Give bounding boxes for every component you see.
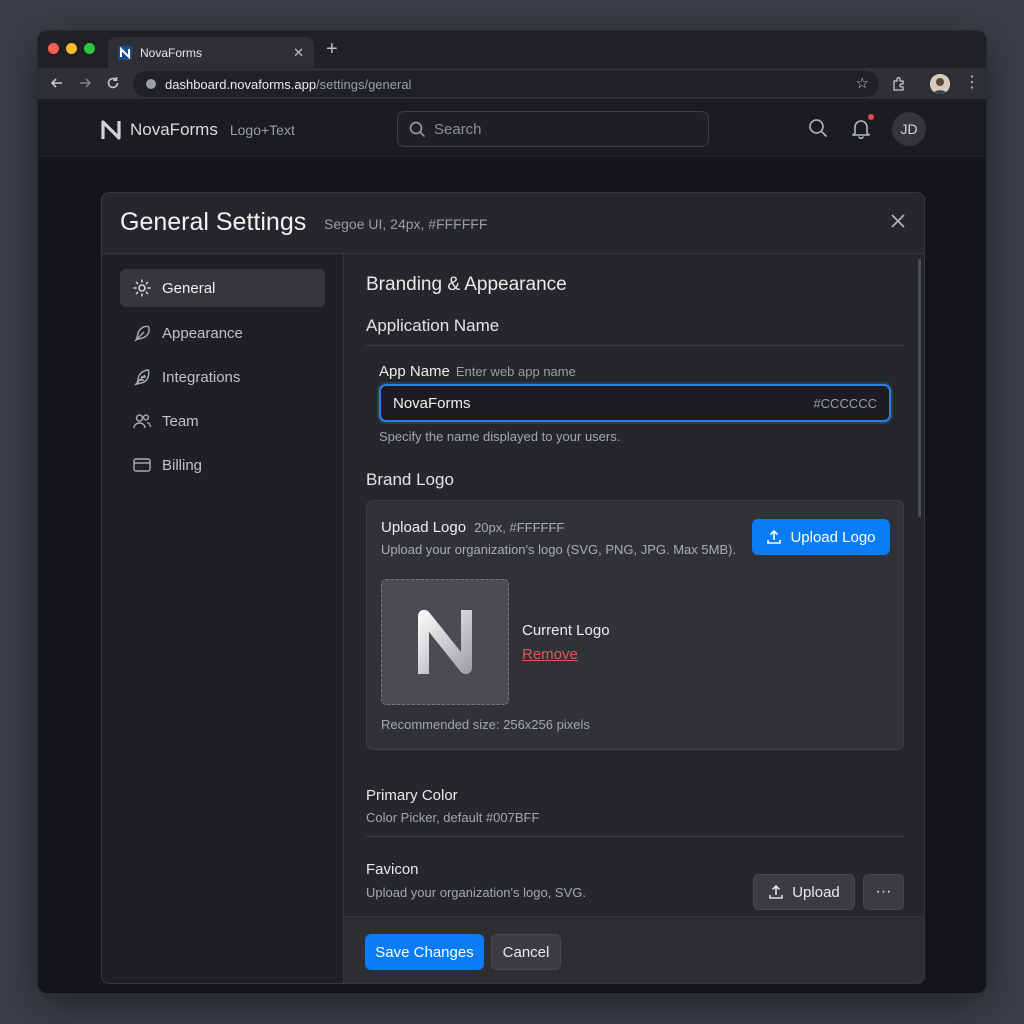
close-window-button[interactable] bbox=[48, 43, 59, 54]
back-icon[interactable] bbox=[46, 72, 68, 94]
remove-logo-link[interactable]: Remove bbox=[522, 646, 578, 663]
app-name-label-text: App Name bbox=[379, 363, 450, 380]
users-icon bbox=[133, 414, 152, 429]
upload-logo-title: Upload Logo 20px, #FFFFFF bbox=[381, 519, 564, 536]
novaforms-logo-icon bbox=[101, 120, 121, 140]
sidebar-item-team[interactable]: Team bbox=[120, 402, 325, 440]
header-search-icon[interactable] bbox=[808, 118, 828, 138]
divider bbox=[366, 345, 904, 346]
card-icon bbox=[133, 458, 151, 472]
save-changes-button[interactable]: Save Changes bbox=[365, 934, 484, 970]
favicon-upload-button[interactable]: Upload bbox=[753, 874, 855, 910]
reload-icon[interactable] bbox=[102, 72, 124, 94]
recommended-size-text: Recommended size: 256x256 pixels bbox=[381, 717, 590, 732]
upload-icon bbox=[769, 884, 784, 899]
search-box[interactable] bbox=[397, 111, 709, 147]
sidebar-item-label: Billing bbox=[162, 456, 203, 474]
app-name-input[interactable] bbox=[393, 394, 814, 412]
upload-logo-note: 20px, #FFFFFF bbox=[474, 520, 565, 535]
sidebar-item-label: Integrations bbox=[162, 368, 241, 386]
app-name-label: App Name Enter web app name bbox=[379, 363, 576, 380]
app-name-input-note: #CCCCCC bbox=[813, 395, 877, 411]
extensions-icon[interactable] bbox=[891, 76, 907, 92]
app-name-hint: Enter web app name bbox=[455, 364, 576, 379]
sidebar-item-label: Team bbox=[162, 412, 199, 430]
app-name-heading: Application Name bbox=[366, 316, 500, 335]
site-info-icon[interactable] bbox=[145, 78, 157, 90]
close-icon[interactable] bbox=[890, 213, 906, 229]
cancel-button[interactable]: Cancel bbox=[491, 934, 561, 970]
gear-icon bbox=[133, 279, 151, 297]
bookmark-star-icon[interactable]: ☆ bbox=[856, 74, 869, 92]
notification-dot bbox=[868, 114, 874, 120]
sidebar-item-label: General bbox=[162, 279, 216, 297]
upload-icon bbox=[767, 529, 782, 544]
search-input[interactable] bbox=[434, 120, 708, 138]
minimize-window-button[interactable] bbox=[66, 43, 77, 54]
brand-logo-heading: Brand Logo bbox=[366, 470, 454, 489]
address-bar: dashboard.novaforms.app/settings/general… bbox=[38, 68, 986, 100]
sidebar-item-billing[interactable]: Billing bbox=[120, 446, 325, 484]
profile-avatar[interactable] bbox=[930, 74, 950, 94]
browser-menu-icon[interactable]: ⋮ bbox=[964, 73, 980, 93]
url-field[interactable]: dashboard.novaforms.app/settings/general… bbox=[133, 71, 879, 97]
url-host: dashboard.novaforms.app bbox=[165, 76, 317, 92]
feather-icon bbox=[134, 369, 150, 386]
maximize-window-button[interactable] bbox=[84, 43, 95, 54]
logo-preview bbox=[381, 579, 509, 705]
section-title: Branding & Appearance bbox=[366, 274, 567, 295]
notification-bell-icon[interactable] bbox=[851, 117, 871, 139]
window-controls bbox=[48, 43, 95, 54]
settings-modal: General Settings Segoe UI, 24px, #FFFFFF… bbox=[101, 192, 925, 984]
upload-logo-button-label: Upload Logo bbox=[790, 528, 876, 546]
more-options-button[interactable]: ··· bbox=[863, 874, 904, 910]
sidebar-item-appearance[interactable]: Appearance bbox=[120, 314, 325, 352]
sidebar-item-label: Appearance bbox=[162, 324, 243, 342]
favicon-title: Favicon bbox=[366, 861, 419, 878]
modal-title: General Settings bbox=[120, 208, 307, 236]
primary-color-title: Primary Color bbox=[366, 787, 458, 804]
settings-sidebar: General Appearance Integrations Team Bil… bbox=[102, 254, 344, 983]
user-avatar[interactable]: JD bbox=[892, 112, 926, 146]
forward-icon[interactable] bbox=[74, 72, 96, 94]
novaforms-favicon-icon bbox=[118, 45, 132, 60]
sidebar-item-integrations[interactable]: Integrations bbox=[120, 358, 325, 396]
upload-logo-description: Upload your organization's logo (SVG, PN… bbox=[381, 542, 737, 557]
content-scrollbar[interactable] bbox=[918, 259, 921, 517]
sidebar-item-general[interactable]: General bbox=[120, 269, 325, 307]
divider bbox=[366, 836, 904, 837]
cancel-label: Cancel bbox=[502, 943, 550, 961]
feather-icon bbox=[134, 325, 150, 342]
save-changes-label: Save Changes bbox=[375, 943, 474, 961]
favicon-upload-label: Upload bbox=[792, 883, 840, 901]
primary-color-description: Color Picker, default #007BFF bbox=[366, 810, 540, 825]
tab-close-icon[interactable]: ✕ bbox=[293, 45, 304, 61]
upload-logo-button[interactable]: Upload Logo bbox=[752, 519, 890, 555]
modal-title-note: Segoe UI, 24px, #FFFFFF bbox=[324, 216, 488, 232]
browser-window: NovaForms ✕ + dashboard.novaforms.app/se… bbox=[37, 30, 987, 994]
app-header: NovaForms Logo+Text JD bbox=[38, 101, 986, 157]
url-path: /settings/general bbox=[316, 76, 412, 92]
brand-name: NovaForms bbox=[130, 120, 218, 139]
app-name-description: Specify the name displayed to your users… bbox=[379, 429, 621, 444]
tab-bar: NovaForms ✕ + bbox=[38, 31, 986, 68]
favicon-description: Upload your organization's logo, SVG. bbox=[366, 885, 586, 900]
browser-tab[interactable]: NovaForms ✕ bbox=[108, 37, 314, 68]
app-viewport: NovaForms Logo+Text JD General Settings … bbox=[38, 101, 986, 993]
upload-logo-title-text: Upload Logo bbox=[381, 519, 467, 536]
tab-title: NovaForms bbox=[140, 45, 203, 60]
settings-content: Branding & Appearance Application Name A… bbox=[344, 254, 924, 916]
brand[interactable]: NovaForms Logo+Text bbox=[100, 119, 295, 141]
app-name-field[interactable]: #CCCCCC bbox=[379, 384, 891, 422]
new-tab-button[interactable]: + bbox=[326, 39, 338, 59]
modal-header: General Settings Segoe UI, 24px, #FFFFFF bbox=[102, 193, 924, 254]
brand-note: Logo+Text bbox=[229, 122, 295, 138]
brand-logo-card: Upload Logo 20px, #FFFFFF Upload your org… bbox=[366, 500, 904, 750]
modal-footer: Save Changes Cancel bbox=[344, 916, 924, 983]
more-icon: ··· bbox=[875, 883, 892, 900]
current-logo-label: Current Logo bbox=[522, 622, 610, 639]
search-icon bbox=[409, 121, 426, 138]
novaforms-logo-icon bbox=[418, 609, 472, 675]
